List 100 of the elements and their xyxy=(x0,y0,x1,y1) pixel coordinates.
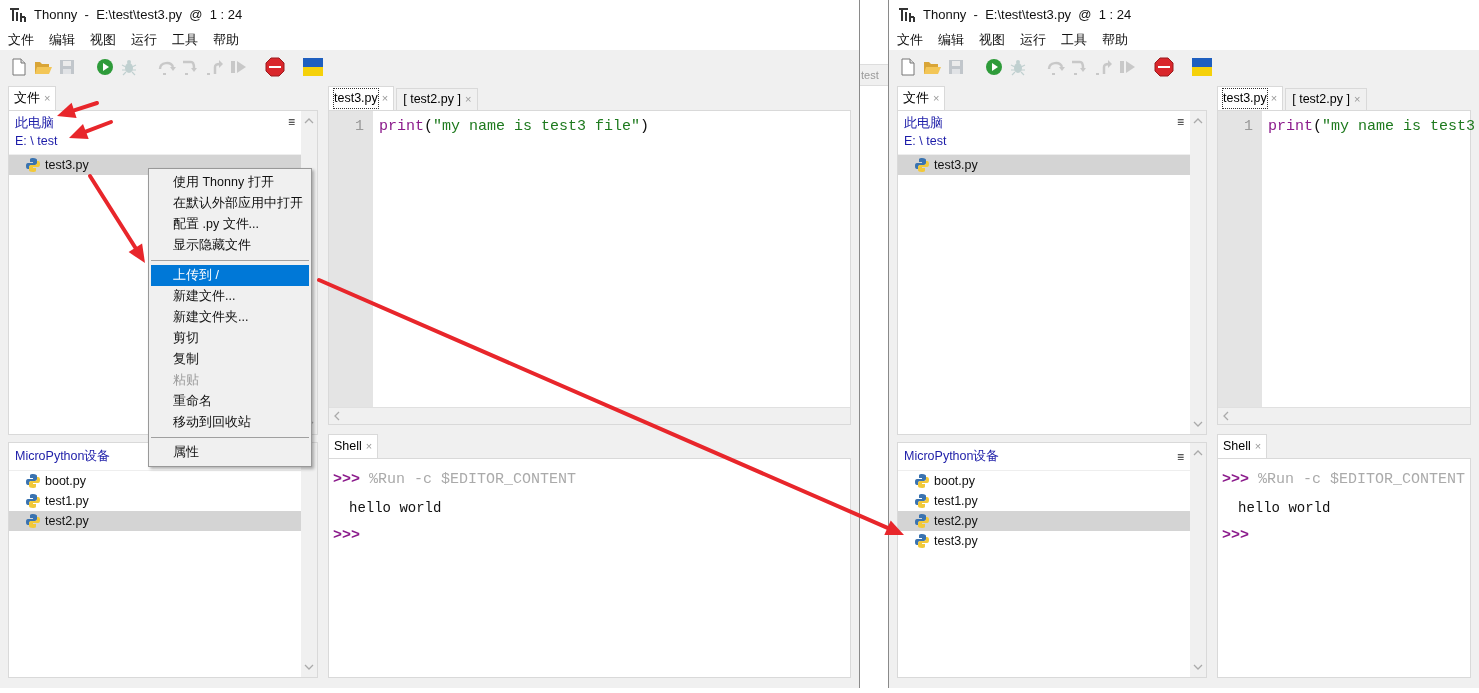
page-icon xyxy=(899,58,917,76)
editor-tab[interactable]: test3.py × xyxy=(1217,86,1284,110)
menu-item[interactable]: 属性 xyxy=(151,442,309,463)
menu-item[interactable]: 运行 xyxy=(131,30,157,50)
shell-prompt: >>> xyxy=(333,469,360,490)
toolbar-button[interactable] xyxy=(303,56,323,78)
shell-prompt: >>> xyxy=(1222,469,1249,490)
menu-item[interactable]: 文件 xyxy=(8,30,34,50)
panel-menu-button[interactable]: ≡ xyxy=(1177,447,1184,466)
menu-item[interactable]: 显示隐藏文件 xyxy=(151,235,309,256)
stop-sign-icon xyxy=(1154,57,1174,77)
menu-item[interactable]: 配置 .py 文件... xyxy=(151,214,309,235)
menu-item[interactable]: 工具 xyxy=(172,30,198,50)
path-link[interactable]: E: \ test xyxy=(904,133,947,149)
shell-tab[interactable]: Shell × xyxy=(1217,434,1268,458)
python-file-icon xyxy=(25,493,41,509)
flag-icon xyxy=(1192,58,1212,76)
shell-command: %Run -c $EDITOR_CONTENT xyxy=(1258,469,1466,490)
menu-item[interactable]: 编辑 xyxy=(49,30,75,50)
file-row[interactable]: test2.py xyxy=(9,511,301,531)
file-row[interactable]: test1.py xyxy=(898,491,1190,511)
shell-command: %Run -c $EDITOR_CONTENT xyxy=(369,469,577,490)
scroll-left-icon[interactable] xyxy=(333,411,340,421)
device-heading[interactable]: MicroPython设备 xyxy=(904,447,1000,466)
menu-item[interactable]: 文件 xyxy=(897,30,923,50)
scroll-down-icon[interactable] xyxy=(304,664,314,671)
stop-sign-icon xyxy=(265,57,285,77)
scroll-up-icon[interactable] xyxy=(1193,117,1203,124)
menu-item[interactable]: 移动到回收站 xyxy=(151,412,309,433)
menu-item[interactable]: 编辑 xyxy=(938,30,964,50)
menu-item[interactable]: 视图 xyxy=(90,30,116,50)
python-file-icon xyxy=(25,473,41,489)
shell-tab[interactable]: Shell × xyxy=(328,434,379,458)
python-file-icon xyxy=(914,493,930,509)
scroll-down-icon[interactable] xyxy=(1193,421,1203,428)
code-line: print("my name is test3 file") xyxy=(379,117,650,137)
panel-menu-button[interactable]: ≡ xyxy=(1177,113,1184,131)
menu-item[interactable]: 使用 Thonny 打开 xyxy=(151,172,309,193)
menu-item[interactable]: 帮助 xyxy=(1102,30,1128,50)
file-row[interactable]: boot.py xyxy=(898,471,1190,491)
python-file-icon xyxy=(25,513,41,529)
bug-icon xyxy=(120,58,138,76)
path-link[interactable]: E: \ test xyxy=(15,133,58,149)
scroll-up-icon[interactable] xyxy=(304,117,314,124)
scrollbar[interactable] xyxy=(1190,111,1206,434)
menu-item[interactable]: 新建文件... xyxy=(151,286,309,307)
editor-tab[interactable]: [ test2.py ] × xyxy=(1285,88,1368,110)
menu-item[interactable]: 复制 xyxy=(151,349,309,370)
toolbar-button[interactable] xyxy=(95,56,115,78)
menu-item[interactable]: 新建文件夹... xyxy=(151,307,309,328)
line-number: 1 xyxy=(1244,117,1253,137)
toolbar-button[interactable] xyxy=(1192,56,1212,78)
device-heading[interactable]: MicroPython设备 xyxy=(15,447,111,466)
scroll-up-icon[interactable] xyxy=(1193,449,1203,456)
bug-icon xyxy=(1009,58,1027,76)
window-title: Thonny - E:\test\test3.py @ 1 : 24 xyxy=(34,6,243,25)
menu-item[interactable]: 视图 xyxy=(979,30,1005,50)
menu-item[interactable]: 帮助 xyxy=(213,30,239,50)
python-file-icon xyxy=(914,533,930,549)
python-file-icon xyxy=(914,473,930,489)
run-icon xyxy=(985,58,1003,76)
toolbar-button[interactable] xyxy=(984,56,1004,78)
editor-tab[interactable]: test3.py × xyxy=(328,86,395,110)
step-out-icon xyxy=(1094,58,1114,76)
files-tab[interactable]: 文件 × xyxy=(8,86,57,110)
files-tab[interactable]: 文件 × xyxy=(897,86,946,110)
scroll-down-icon[interactable] xyxy=(1193,664,1203,671)
scroll-left-icon[interactable] xyxy=(1222,411,1229,421)
flag-icon xyxy=(303,58,323,76)
menu-item[interactable]: 剪切 xyxy=(151,328,309,349)
file-row[interactable]: boot.py xyxy=(9,471,301,491)
editor-tab[interactable]: [ test2.py ] × xyxy=(396,88,479,110)
menu-item[interactable]: 在默认外部应用中打开 xyxy=(151,193,309,214)
menu-item[interactable]: 运行 xyxy=(1020,30,1046,50)
code-editor[interactable]: 1 print("my name is test3 file") xyxy=(328,110,851,425)
menu-item[interactable]: 工具 xyxy=(1061,30,1087,50)
shell-console[interactable]: >>> %Run -c $EDITOR_CONTENT hello world >>> xyxy=(1217,458,1471,678)
panel-menu-button[interactable]: ≡ xyxy=(288,113,295,131)
file-row[interactable]: test3.py xyxy=(898,531,1190,551)
location-link[interactable]: 此电脑 xyxy=(904,115,943,131)
horizontal-scrollbar[interactable] xyxy=(1218,407,1470,424)
horizontal-scrollbar[interactable] xyxy=(329,407,850,424)
scrollbar[interactable] xyxy=(1190,443,1206,677)
line-number: 1 xyxy=(355,117,364,137)
window-title: Thonny - E:\test\test3.py @ 1 : 24 xyxy=(923,6,1132,25)
file-row[interactable]: test3.py xyxy=(898,155,1190,175)
toolbar-button[interactable] xyxy=(265,56,285,78)
python-file-icon xyxy=(25,157,41,173)
window-text: test xyxy=(861,67,879,83)
file-row[interactable]: test1.py xyxy=(9,491,301,511)
menu-item[interactable]: 上传到 / xyxy=(151,265,309,286)
annotation-arrow xyxy=(69,120,113,140)
shell-console[interactable]: >>> %Run -c $EDITOR_CONTENT hello world >>> xyxy=(328,458,851,678)
location-link[interactable]: 此电脑 xyxy=(15,115,54,131)
file-row[interactable]: test2.py xyxy=(898,511,1190,531)
menu-item[interactable]: 重命名 xyxy=(151,391,309,412)
scrollbar[interactable] xyxy=(301,443,317,677)
page-icon xyxy=(10,58,28,76)
floppy-icon xyxy=(58,58,76,76)
toolbar-button[interactable] xyxy=(1154,56,1174,78)
